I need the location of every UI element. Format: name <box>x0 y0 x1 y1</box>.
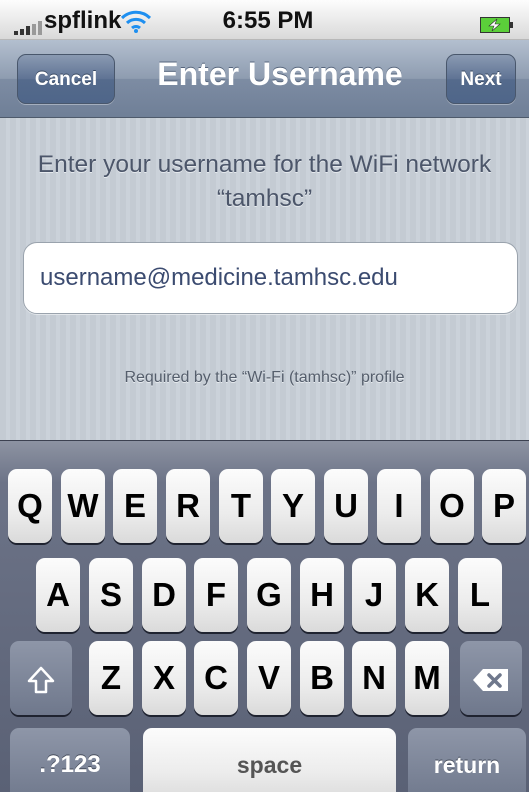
key-z[interactable]: Z <box>89 641 133 715</box>
status-bar: spflink 6:55 PM <box>0 0 529 40</box>
key-o[interactable]: O <box>430 469 474 543</box>
key-y[interactable]: Y <box>271 469 315 543</box>
key-k[interactable]: K <box>405 558 449 632</box>
numbers-key[interactable]: .?123 <box>10 728 130 792</box>
instruction-text: Enter your username for the WiFi network… <box>37 151 492 212</box>
key-t[interactable]: T <box>219 469 263 543</box>
key-w[interactable]: W <box>61 469 105 543</box>
wifi-icon <box>120 8 152 41</box>
key-c[interactable]: C <box>194 641 238 715</box>
shift-icon <box>27 667 55 694</box>
backspace-icon <box>473 669 508 692</box>
shift-key[interactable] <box>10 641 72 715</box>
space-key[interactable]: space <box>143 728 396 792</box>
key-u[interactable]: U <box>324 469 368 543</box>
signal-bars-icon <box>14 21 42 35</box>
key-q[interactable]: Q <box>8 469 52 543</box>
key-i[interactable]: I <box>377 469 421 543</box>
key-m[interactable]: M <box>405 641 449 715</box>
iphone-screen: spflink 6:55 PM Cancel Enter Username Ne… <box>0 0 529 792</box>
key-a[interactable]: A <box>36 558 80 632</box>
cancel-button[interactable]: Cancel <box>17 54 115 104</box>
page-title: Enter Username <box>157 56 403 92</box>
content-area: Enter your username for the WiFi network… <box>0 118 529 440</box>
carrier-name: spflink <box>44 7 122 34</box>
key-v[interactable]: V <box>247 641 291 715</box>
key-g[interactable]: G <box>247 558 291 632</box>
key-p[interactable]: P <box>482 469 526 543</box>
key-r[interactable]: R <box>166 469 210 543</box>
navigation-bar: Cancel Enter Username Next <box>0 40 529 118</box>
key-l[interactable]: L <box>458 558 502 632</box>
next-button[interactable]: Next <box>446 54 516 104</box>
key-x[interactable]: X <box>142 641 186 715</box>
battery-charging-icon <box>480 12 514 33</box>
return-key[interactable]: return <box>408 728 526 792</box>
username-field[interactable]: username@medicine.tamhsc.edu <box>23 242 518 314</box>
key-b[interactable]: B <box>300 641 344 715</box>
key-d[interactable]: D <box>142 558 186 632</box>
status-time: 6:55 PM <box>222 7 314 34</box>
profile-note: Required by the “Wi-Fi (tamhsc)” profile <box>124 369 405 386</box>
backspace-key[interactable] <box>460 641 522 715</box>
key-s[interactable]: S <box>89 558 133 632</box>
keyboard: Q W E R T Y U I O P A S D F G H J K L Z … <box>0 440 529 792</box>
key-n[interactable]: N <box>352 641 396 715</box>
username-value: username@medicine.tamhsc.edu <box>40 264 398 291</box>
key-j[interactable]: J <box>352 558 396 632</box>
key-h[interactable]: H <box>300 558 344 632</box>
key-e[interactable]: E <box>113 469 157 543</box>
key-f[interactable]: F <box>194 558 238 632</box>
